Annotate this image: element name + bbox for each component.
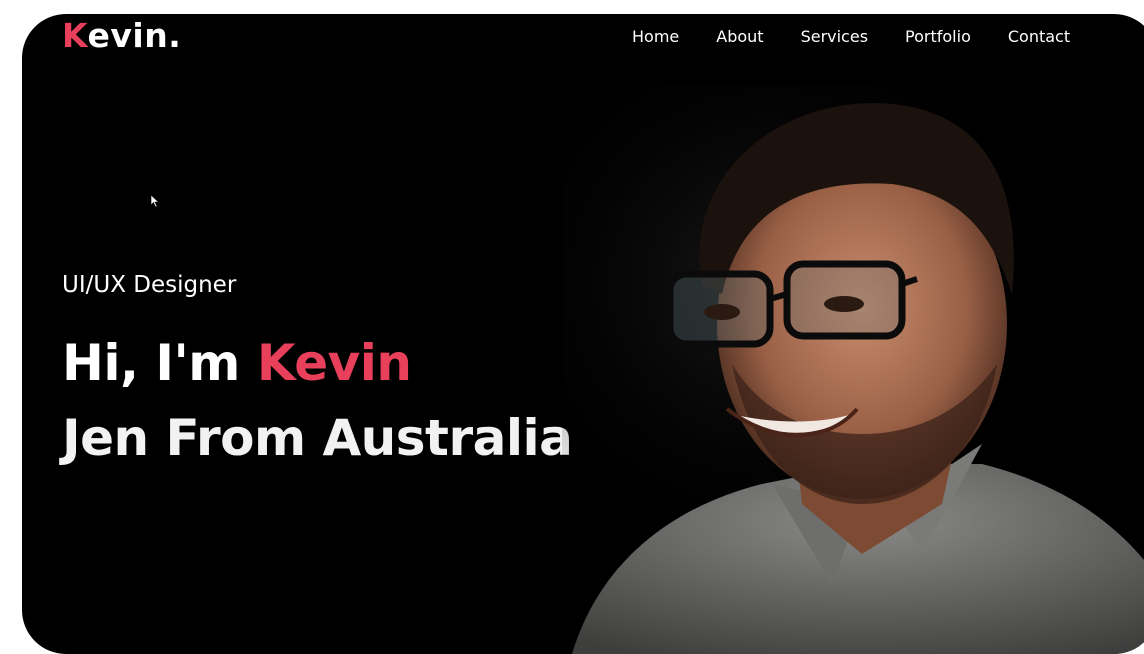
logo-rest: evin. bbox=[87, 16, 182, 55]
nav-home[interactable]: Home bbox=[632, 27, 679, 46]
nav-about[interactable]: About bbox=[716, 27, 763, 46]
portrait-image bbox=[562, 84, 1144, 654]
nav-portfolio[interactable]: Portfolio bbox=[905, 27, 971, 46]
hero-greeting: Hi, I'm bbox=[62, 334, 240, 392]
main-nav: Home About Services Portfolio Contact bbox=[632, 27, 1107, 46]
logo-first-letter: K bbox=[62, 16, 88, 55]
hero-headline: Hi, I'm Kevin bbox=[62, 334, 412, 392]
hero-name: Kevin bbox=[256, 334, 412, 392]
nav-contact[interactable]: Contact bbox=[1008, 27, 1070, 46]
site-logo[interactable]: Kevin. bbox=[62, 16, 181, 55]
hero-subtitle: UI/UX Designer bbox=[62, 272, 237, 298]
hero-location: Jen From Australia bbox=[62, 409, 573, 467]
mouse-pointer-icon bbox=[150, 194, 160, 208]
hero-section: Kevin. Home About Services Portfolio Con… bbox=[22, 14, 1144, 654]
nav-services[interactable]: Services bbox=[801, 27, 868, 46]
